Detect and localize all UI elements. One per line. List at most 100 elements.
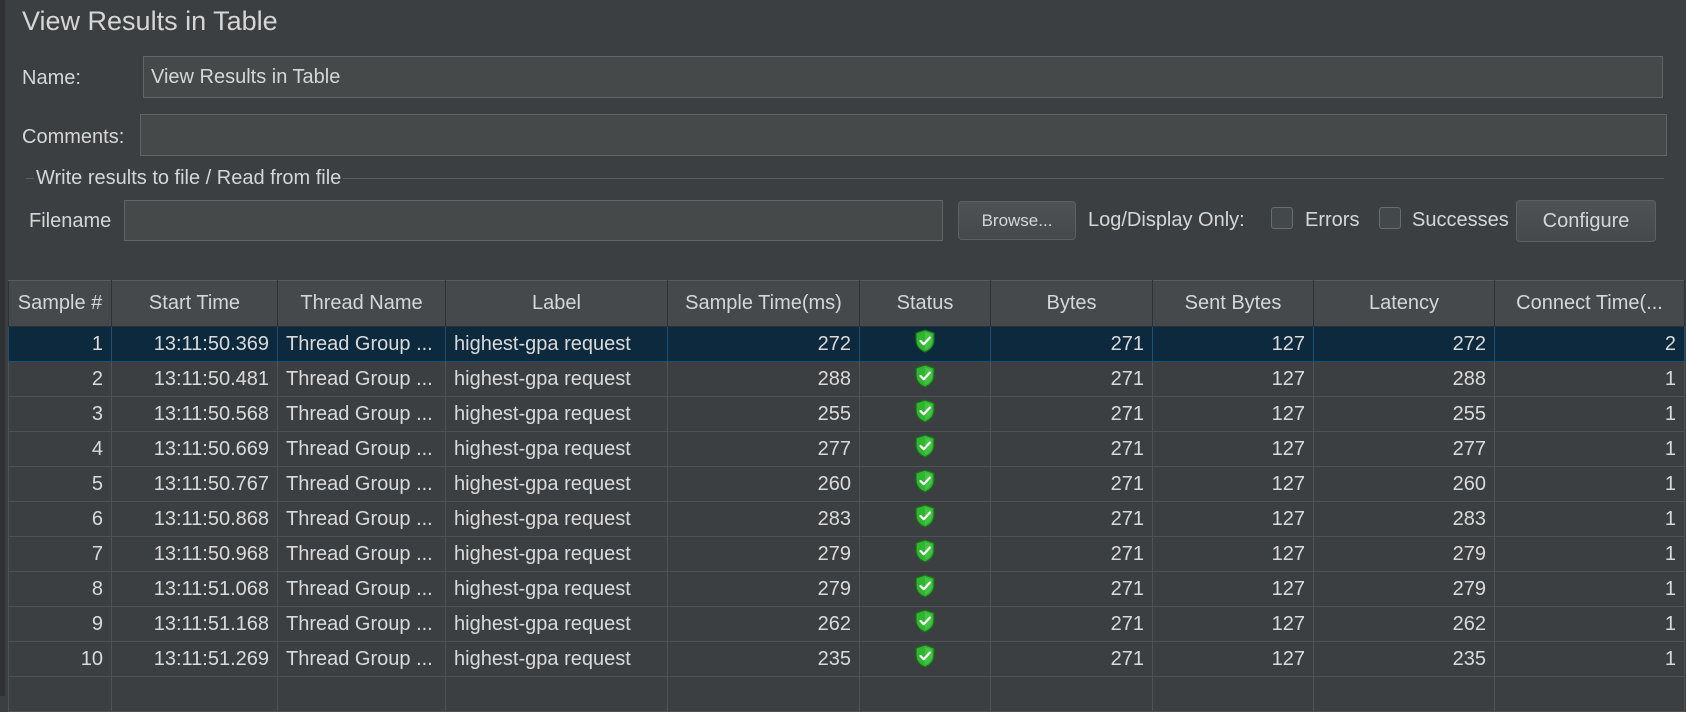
cell-sample: 7 <box>8 536 112 572</box>
cell-latency: 235 <box>1313 641 1495 677</box>
table-row[interactable]: 3 13:11:50.568 Thread Group ... highest-gpa… <box>8 396 1685 432</box>
cell-connect-time: 1 <box>1494 466 1685 502</box>
cell-sample: 2 <box>8 361 112 397</box>
table-header: Sample # Start Time Thread Name Label Sa… <box>8 280 1685 327</box>
table-row[interactable]: 2 13:11:50.481 Thread Group ... highest-gpa… <box>8 361 1685 397</box>
cell-sent-bytes: 127 <box>1152 326 1314 362</box>
success-shield-icon <box>914 574 936 604</box>
cell-sample: 8 <box>8 571 112 607</box>
cell-bytes: 271 <box>990 431 1153 467</box>
cell-connect-time: 1 <box>1494 641 1685 677</box>
column-header-bytes[interactable]: Bytes <box>990 280 1153 327</box>
success-shield-icon <box>914 364 936 394</box>
success-shield-icon <box>914 609 936 639</box>
table-row[interactable]: 4 13:11:50.669 Thread Group ... highest-gpa… <box>8 431 1685 467</box>
cell-label: highest-gpa request <box>445 466 668 502</box>
cell-status <box>859 571 991 607</box>
empty-cell <box>859 676 991 712</box>
file-group-title: Write results to file / Read from file <box>34 167 344 190</box>
errors-checkbox[interactable] <box>1271 207 1293 229</box>
cell-status <box>859 396 991 432</box>
cell-sample-time: 262 <box>667 606 860 642</box>
table-row[interactable]: 9 13:11:51.168 Thread Group ... highest-gpa… <box>8 606 1685 642</box>
column-header-status[interactable]: Status <box>859 280 991 327</box>
column-header-start-time[interactable]: Start Time <box>111 280 278 327</box>
empty-cell <box>1313 676 1495 712</box>
cell-bytes: 271 <box>990 396 1153 432</box>
column-header-sample-time[interactable]: Sample Time(ms) <box>667 280 860 327</box>
comments-label: Comments: <box>22 126 125 148</box>
cell-sent-bytes: 127 <box>1152 571 1314 607</box>
empty-cell <box>1494 676 1685 712</box>
results-table: Sample # Start Time Thread Name Label Sa… <box>8 280 1685 712</box>
cell-latency: 255 <box>1313 396 1495 432</box>
cell-connect-time: 1 <box>1494 571 1685 607</box>
cell-label: highest-gpa request <box>445 361 668 397</box>
table-row[interactable]: 8 13:11:51.068 Thread Group ... highest-gpa… <box>8 571 1685 607</box>
cell-sample-time: 288 <box>667 361 860 397</box>
cell-status <box>859 361 991 397</box>
successes-checkbox[interactable] <box>1379 207 1401 229</box>
table-row[interactable]: 1 13:11:50.369 Thread Group ... highest-gpa… <box>8 326 1685 362</box>
success-shield-icon <box>914 329 936 359</box>
cell-start-time: 13:11:51.269 <box>111 641 278 677</box>
cell-latency: 260 <box>1313 466 1495 502</box>
filename-field[interactable] <box>124 200 943 241</box>
errors-label: Errors <box>1305 209 1360 231</box>
filename-label: Filename <box>29 210 112 232</box>
cell-sent-bytes: 127 <box>1152 536 1314 572</box>
cell-thread-name: Thread Group ... <box>277 571 446 607</box>
cell-start-time: 13:11:50.568 <box>111 396 278 432</box>
cell-thread-name: Thread Group ... <box>277 361 446 397</box>
success-shield-icon <box>914 539 936 569</box>
cell-label: highest-gpa request <box>445 326 668 362</box>
cell-latency: 279 <box>1313 536 1495 572</box>
empty-cell <box>277 676 446 712</box>
cell-status <box>859 536 991 572</box>
success-shield-icon <box>914 399 936 429</box>
browse-button[interactable]: Browse... <box>958 201 1076 240</box>
cell-sample-time: 235 <box>667 641 860 677</box>
cell-status <box>859 431 991 467</box>
cell-sample: 9 <box>8 606 112 642</box>
table-row[interactable]: 7 13:11:50.968 Thread Group ... highest-gpa… <box>8 536 1685 572</box>
empty-cell <box>667 676 860 712</box>
column-header-sent-bytes[interactable]: Sent Bytes <box>1152 280 1314 327</box>
page-title: View Results in Table <box>22 6 278 36</box>
cell-connect-time: 1 <box>1494 536 1685 572</box>
column-header-sample[interactable]: Sample # <box>8 280 112 327</box>
cell-sample-time: 279 <box>667 536 860 572</box>
empty-cell <box>1152 676 1314 712</box>
cell-bytes: 271 <box>990 641 1153 677</box>
table-row[interactable]: 5 13:11:50.767 Thread Group ... highest-gpa… <box>8 466 1685 502</box>
empty-cell <box>990 676 1153 712</box>
comments-field[interactable] <box>140 114 1667 156</box>
cell-sent-bytes: 127 <box>1152 501 1314 537</box>
success-shield-icon <box>914 434 936 464</box>
cell-connect-time: 1 <box>1494 606 1685 642</box>
table-row[interactable]: 10 13:11:51.269 Thread Group ... highest-gp… <box>8 641 1685 677</box>
configure-button[interactable]: Configure <box>1516 200 1656 242</box>
cell-sample: 3 <box>8 396 112 432</box>
cell-latency: 272 <box>1313 326 1495 362</box>
cell-sample: 10 <box>8 641 112 677</box>
cell-start-time: 13:11:50.669 <box>111 431 278 467</box>
table-row[interactable]: 6 13:11:50.868 Thread Group ... highest-gpa… <box>8 501 1685 537</box>
cell-start-time: 13:11:50.968 <box>111 536 278 572</box>
column-header-connect-time[interactable]: Connect Time(... <box>1494 280 1685 327</box>
column-header-label[interactable]: Label <box>445 280 668 327</box>
cell-status <box>859 466 991 502</box>
cell-status <box>859 641 991 677</box>
cell-bytes: 271 <box>990 466 1153 502</box>
cell-status <box>859 606 991 642</box>
cell-latency: 283 <box>1313 501 1495 537</box>
successes-label: Successes <box>1412 209 1509 231</box>
column-header-thread-name[interactable]: Thread Name <box>277 280 446 327</box>
cell-connect-time: 1 <box>1494 431 1685 467</box>
cell-sent-bytes: 127 <box>1152 396 1314 432</box>
cell-label: highest-gpa request <box>445 571 668 607</box>
cell-latency: 279 <box>1313 571 1495 607</box>
column-header-latency[interactable]: Latency <box>1313 280 1495 327</box>
cell-label: highest-gpa request <box>445 536 668 572</box>
name-field[interactable] <box>143 56 1663 98</box>
